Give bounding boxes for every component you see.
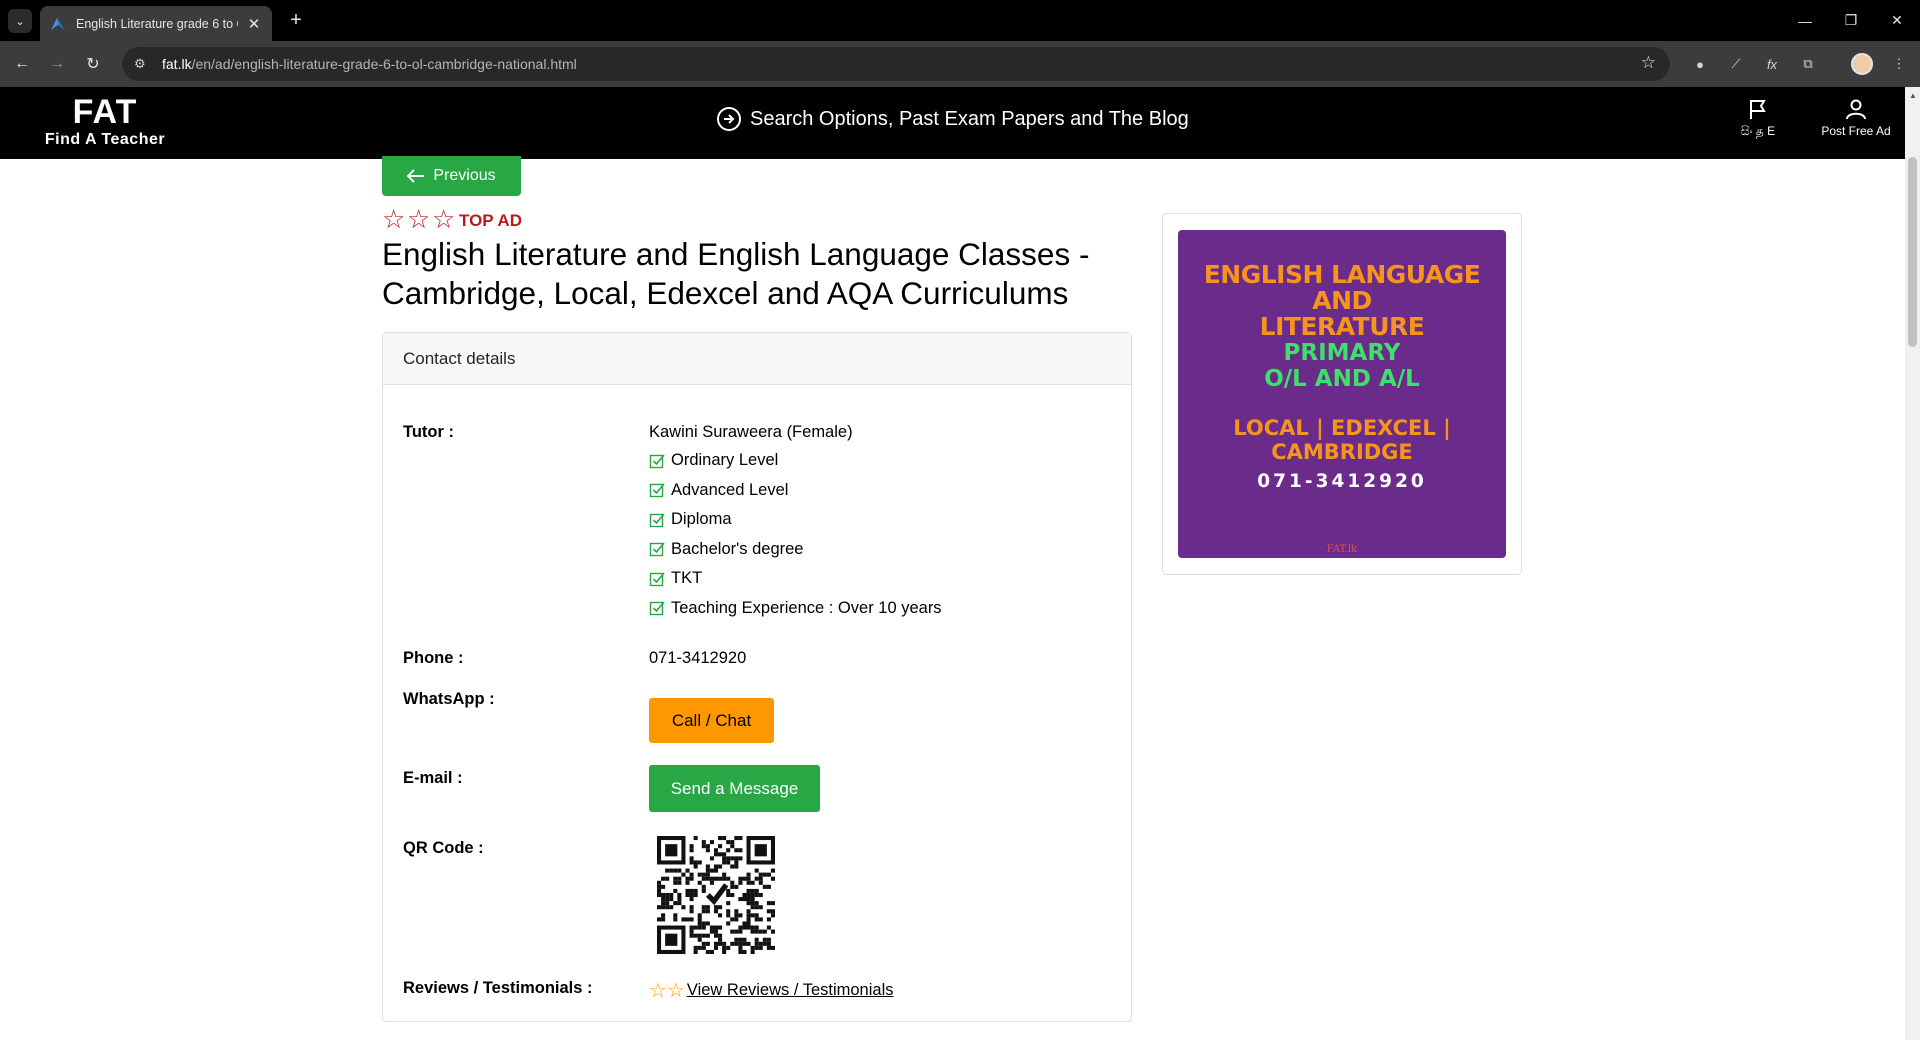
phone-label: Phone : xyxy=(403,649,464,667)
qualification-item: TKT xyxy=(649,564,942,594)
poster-phone: 071-3412920 xyxy=(1257,471,1427,492)
profile-avatar[interactable] xyxy=(1851,53,1873,75)
scroll-up-icon[interactable]: ▲ xyxy=(1909,91,1917,100)
window-close-icon[interactable]: ✕ xyxy=(1874,0,1920,41)
poster-levels-line: PRIMARY xyxy=(1283,340,1401,366)
scrollbar-thumb[interactable] xyxy=(1908,157,1917,347)
qualification-label: Diploma xyxy=(671,510,732,529)
contact-details-card: Contact details Tutor : Kawini Suraweera… xyxy=(382,332,1132,1022)
view-reviews-label: View Reviews / Testimonials xyxy=(686,981,894,999)
restore-icon[interactable]: ❐ xyxy=(1828,0,1874,41)
check-square-icon xyxy=(649,572,665,586)
star-outline-icon: ☆ xyxy=(432,204,456,234)
qualification-label: TKT xyxy=(671,569,703,588)
tutor-label: Tutor : xyxy=(403,423,455,441)
qualification-label: Teaching Experience : Over 10 years xyxy=(671,598,942,617)
browser-tab[interactable]: English Literature grade 6 to O/L ✕ xyxy=(40,6,272,41)
reload-icon[interactable]: ↻ xyxy=(81,52,105,76)
url-text[interactable]: fat.lk/en/ad/english-literature-grade-6-… xyxy=(162,56,577,72)
qualification-item: Advanced Level xyxy=(649,476,942,506)
tutor-value: Kawini Suraweera (Female) xyxy=(649,423,853,441)
star-outline-icon: ☆ xyxy=(407,204,431,234)
language-button[interactable]: සිං த E xyxy=(1732,97,1784,140)
contact-details-header: Contact details xyxy=(383,333,1131,385)
new-tab-button[interactable]: + xyxy=(284,9,308,33)
phone-value: 071-3412920 xyxy=(649,649,747,667)
qualification-label: Bachelor's degree xyxy=(671,539,804,558)
ad-image-card: ENGLISH LANGUAGE AND LITERATURE PRIMARY … xyxy=(1162,213,1522,575)
back-icon[interactable]: ← xyxy=(10,52,34,76)
browser-menu-icon[interactable]: ⋮ xyxy=(1888,53,1910,75)
tab-close-icon[interactable]: ✕ xyxy=(246,15,262,33)
email-label: E-mail : xyxy=(403,769,463,787)
star-outline-icon: ☆ xyxy=(382,204,406,234)
poster-watermark: FAT.lk xyxy=(1326,544,1358,555)
arrow-left-icon xyxy=(407,169,425,183)
poster-title: ENGLISH LANGUAGE AND LITERATURE xyxy=(1178,262,1506,340)
poster-levels-line: O/L AND A/L xyxy=(1264,366,1420,392)
logo-sub-text: Find A Teacher xyxy=(44,131,166,148)
ad-rating: ☆ ☆ ☆ TOP AD xyxy=(382,206,522,232)
pen-extension-icon[interactable]: ⟋ xyxy=(1725,53,1747,75)
view-reviews-link[interactable]: ☆☆ View Reviews / Testimonials xyxy=(649,978,894,1003)
poster-boards: LOCAL | EDEXCEL | CAMBRIDGE xyxy=(1233,416,1451,464)
poster-title-line: LITERATURE xyxy=(1259,312,1425,341)
logo-main-text: FAT xyxy=(72,93,138,131)
qualification-label: Ordinary Level xyxy=(671,451,779,470)
ad-title: English Literature and English Language … xyxy=(382,236,1090,311)
qr-code-image xyxy=(657,836,775,954)
formula-extension-icon[interactable]: fx xyxy=(1761,53,1783,75)
flag-icon xyxy=(1750,100,1766,119)
page-scrollbar[interactable]: ▲ xyxy=(1905,87,1920,1040)
bookmark-star-icon[interactable]: ☆ xyxy=(1641,53,1656,73)
extension-icon[interactable]: ● xyxy=(1689,53,1711,75)
post-free-ad-label: Post Free Ad xyxy=(1821,124,1891,138)
check-square-icon xyxy=(649,483,665,498)
qualifications-list: Ordinary Level Advanced Level Diploma Bache… xyxy=(649,446,942,623)
top-ad-badge: TOP AD xyxy=(459,211,522,230)
minimize-icon[interactable]: — xyxy=(1782,0,1828,41)
site-favicon-icon xyxy=(51,17,65,30)
user-icon xyxy=(1846,99,1866,120)
circle-arrow-right-icon xyxy=(717,107,741,131)
poster-title-line: ENGLISH LANGUAGE AND xyxy=(1203,260,1481,315)
site-info-icon[interactable]: ⚙ xyxy=(134,56,152,72)
qualification-item: Ordinary Level xyxy=(649,446,942,476)
ad-poster-image[interactable]: ENGLISH LANGUAGE AND LITERATURE PRIMARY … xyxy=(1178,230,1506,558)
check-square-icon xyxy=(649,513,665,527)
call-chat-button[interactable]: Call / Chat xyxy=(649,698,774,743)
post-free-ad-button[interactable]: Post Free Ad xyxy=(1818,97,1894,138)
previous-button[interactable]: Previous xyxy=(382,156,521,196)
language-label: සිං த E xyxy=(1740,124,1776,138)
whatsapp-label: WhatsApp : xyxy=(403,690,495,708)
browser-tab-strip: ⌄ English Literature grade 6 to O/L ✕ + … xyxy=(0,0,1920,41)
qualification-item: Diploma xyxy=(649,505,942,535)
address-bar[interactable]: ⚙ fat.lk/en/ad/english-literature-grade-… xyxy=(122,47,1670,81)
qualification-label: Advanced Level xyxy=(671,480,789,499)
site-logo[interactable]: FAT Find A Teacher xyxy=(40,95,170,149)
qualification-item: Teaching Experience : Over 10 years xyxy=(649,594,942,624)
check-square-icon xyxy=(649,601,665,616)
browser-toolbar: ← → ↻ ⚙ fat.lk/en/ad/english-literature-… xyxy=(0,41,1920,87)
check-square-icon xyxy=(649,542,665,557)
reviews-label: Reviews / Testimonials : xyxy=(403,979,593,997)
site-header: FAT Find A Teacher Search Options, Past … xyxy=(0,87,1905,159)
tab-search-icon[interactable]: ⌄ xyxy=(8,9,32,33)
qr-code-label: QR Code : xyxy=(403,839,484,857)
check-square-icon xyxy=(649,454,665,468)
puzzle-extensions-icon[interactable]: ⧉ xyxy=(1797,53,1819,75)
search-options-link[interactable]: Search Options, Past Exam Papers and The… xyxy=(716,106,1189,132)
poster-levels: PRIMARY O/L AND A/L xyxy=(1178,340,1506,392)
search-options-label: Search Options, Past Exam Papers and The… xyxy=(750,107,1189,130)
previous-label: Previous xyxy=(433,167,496,184)
forward-icon[interactable]: → xyxy=(45,52,69,76)
review-stars-icon: ☆☆ xyxy=(649,980,685,1002)
tab-title: English Literature grade 6 to O/L xyxy=(76,16,238,31)
send-message-button[interactable]: Send a Message xyxy=(649,765,820,812)
qualification-item: Bachelor's degree xyxy=(649,535,942,565)
